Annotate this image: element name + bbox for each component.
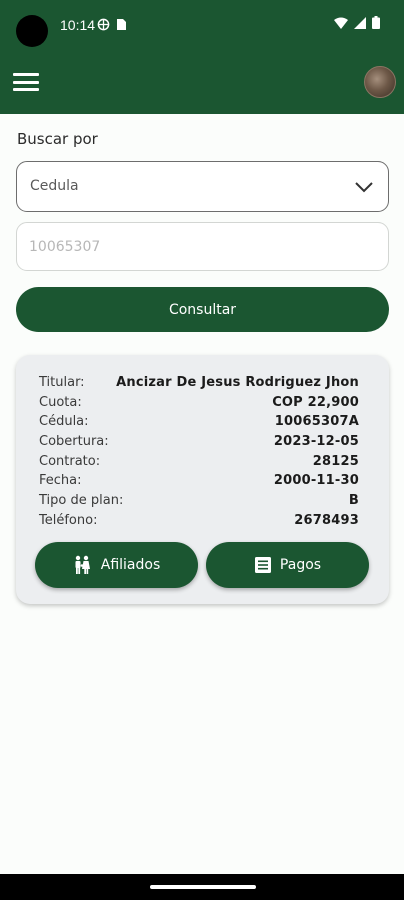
- globe-icon: [97, 18, 110, 31]
- detail-row-titular: Titular: Ancizar De Jesus Rodriguez Jhon: [39, 373, 359, 393]
- detail-label: Cédula:: [39, 414, 89, 430]
- chevron-down-icon: [355, 182, 373, 193]
- wifi-icon: [334, 17, 348, 29]
- app-bar: 10:14: [0, 0, 404, 114]
- detail-value: 2000-11-30: [273, 473, 359, 489]
- detail-label: Fecha:: [39, 473, 82, 489]
- sim-card-icon: [117, 19, 126, 30]
- detail-label: Titular:: [39, 375, 85, 390]
- hamburger-menu-icon[interactable]: [13, 71, 39, 93]
- detail-value: 2678493: [294, 512, 359, 528]
- family-icon: [75, 555, 90, 574]
- detail-label: Contrato:: [39, 453, 101, 469]
- home-gesture-handle[interactable]: [150, 885, 256, 889]
- camera-cutout: [16, 15, 48, 47]
- detail-value: 2023-12-05: [273, 434, 359, 450]
- status-notification-icons: [97, 18, 127, 31]
- afiliados-button-label: Afiliados: [100, 557, 161, 573]
- detail-value: B: [348, 493, 359, 509]
- search-by-label: Buscar por: [17, 130, 98, 148]
- signal-icon: [354, 16, 366, 29]
- detail-row-cedula: Cédula: 10065307A: [39, 412, 359, 432]
- detail-label: Tipo de plan:: [39, 493, 124, 509]
- consultar-button[interactable]: Consultar: [16, 287, 389, 332]
- document-number-input[interactable]: [16, 222, 389, 271]
- detail-row-cuota: Cuota: COP 22,900: [39, 393, 359, 413]
- detail-value: 10065307A: [274, 414, 359, 430]
- status-time: 10:14: [60, 17, 96, 33]
- result-details: Titular: Ancizar De Jesus Rodriguez Jhon…: [39, 373, 359, 531]
- detail-row-cobertura: Cobertura: 2023-12-05: [39, 432, 359, 452]
- detail-label: Cuota:: [39, 394, 82, 410]
- detail-row-telefono: Teléfono: 2678493: [39, 511, 359, 531]
- pagos-button-label: Pagos: [279, 557, 322, 573]
- status-system-icons: [334, 16, 380, 29]
- detail-row-contrato: Contrato: 28125: [39, 452, 359, 472]
- detail-row-fecha: Fecha: 2000-11-30: [39, 471, 359, 491]
- user-avatar[interactable]: [364, 66, 396, 98]
- detail-label: Teléfono:: [39, 512, 98, 528]
- detail-label: Cobertura:: [39, 434, 109, 450]
- detail-row-tipo-plan: Tipo de plan: B: [39, 491, 359, 511]
- receipt-list-icon: [254, 557, 271, 573]
- search-type-select[interactable]: Cedula: [16, 161, 389, 212]
- detail-value: 28125: [312, 453, 359, 469]
- battery-icon: [372, 16, 380, 29]
- detail-value: Ancizar De Jesus Rodriguez Jhon: [116, 375, 359, 390]
- detail-value: COP 22,900: [272, 394, 359, 410]
- pagos-button[interactable]: Pagos: [206, 542, 369, 588]
- search-type-value: Cedula: [30, 178, 79, 194]
- result-card: Titular: Ancizar De Jesus Rodriguez Jhon…: [16, 355, 389, 604]
- system-navigation-bar: [0, 874, 404, 900]
- afiliados-button[interactable]: Afiliados: [35, 542, 198, 588]
